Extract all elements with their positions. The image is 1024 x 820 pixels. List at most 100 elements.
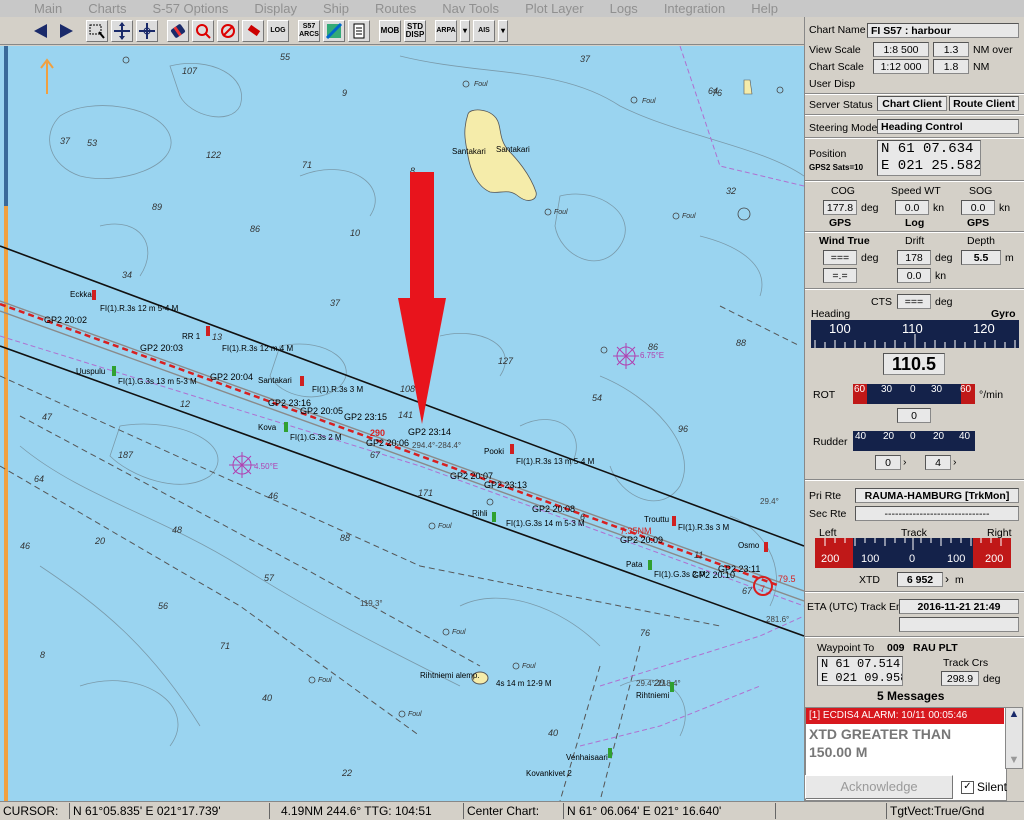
svg-text:Foul: Foul bbox=[642, 98, 656, 105]
rudder-port-value: 0 bbox=[875, 455, 901, 470]
svg-text:88: 88 bbox=[340, 533, 350, 543]
route-client-button[interactable]: Route Client bbox=[949, 96, 1019, 111]
svg-text:GP2 20:02: GP2 20:02 bbox=[44, 315, 87, 325]
zoom-box-icon[interactable] bbox=[86, 19, 108, 42]
divider bbox=[805, 93, 1024, 95]
chart-client-button[interactable]: Chart Client bbox=[877, 96, 947, 111]
svg-text:127: 127 bbox=[498, 356, 514, 366]
pri-rte-value[interactable]: RAUMA-HAMBURG [TrkMon] bbox=[855, 488, 1019, 503]
menu-s57-options[interactable]: S-57 Options bbox=[136, 0, 238, 17]
s57-arcs-button[interactable]: S57 ARCS bbox=[298, 19, 320, 42]
svg-text:22: 22 bbox=[341, 768, 352, 778]
move-icon[interactable] bbox=[111, 19, 133, 42]
menu-routes[interactable]: Routes bbox=[359, 0, 426, 17]
menu-display[interactable]: Display bbox=[238, 0, 307, 17]
svg-text:FI(1).G.3s 2 M: FI(1).G.3s 2 M bbox=[290, 433, 342, 442]
nautical-chart[interactable]: 4.50°E 6.75°E 55 107 9 37 53 122 71 89 8 86 10 7… bbox=[0, 46, 804, 801]
svg-text:Uuspulu: Uuspulu bbox=[76, 367, 105, 376]
svg-text:122: 122 bbox=[206, 150, 221, 160]
sec-rte-value[interactable]: ------------------------------ bbox=[855, 506, 1019, 521]
svg-text:71: 71 bbox=[220, 641, 230, 651]
svg-text:76: 76 bbox=[640, 628, 650, 638]
divider bbox=[805, 137, 1024, 139]
track-crs-value: 298.9 bbox=[941, 671, 979, 686]
pri-rte-label: Pri Rte bbox=[809, 490, 842, 502]
speed-wt-label: Speed WT bbox=[891, 185, 941, 197]
menu-charts[interactable]: Charts bbox=[72, 0, 136, 17]
center-chart-position: N 61° 06.064' E 021° 16.640' bbox=[564, 803, 776, 819]
target-vector-mode[interactable]: TgtVect:True/Gnd bbox=[886, 803, 1024, 819]
log-icon[interactable]: LOG bbox=[267, 19, 289, 42]
svg-text:46: 46 bbox=[20, 541, 30, 551]
view-nm-value: 1.3 bbox=[933, 42, 969, 57]
svg-text:281.6°: 281.6° bbox=[766, 615, 789, 624]
menu-help[interactable]: Help bbox=[735, 0, 788, 17]
svg-text:96: 96 bbox=[678, 424, 688, 434]
waypoint-to-label: Waypoint To bbox=[817, 642, 875, 654]
server-status-label: Server Status bbox=[809, 99, 873, 111]
svg-text:FI(1).R.3s 3 M: FI(1).R.3s 3 M bbox=[678, 523, 729, 532]
svg-text:GP2 23:15: GP2 23:15 bbox=[344, 412, 387, 422]
svg-text:67: 67 bbox=[370, 450, 381, 460]
forward-arrow-icon[interactable] bbox=[55, 20, 77, 42]
track-deviation-scale: 200 100 0 100 200 bbox=[815, 538, 1011, 568]
svg-text:RR 1: RR 1 bbox=[182, 332, 201, 341]
depth-label: Depth bbox=[967, 235, 996, 247]
silent-checkbox[interactable]: ✓ bbox=[961, 781, 974, 794]
acknowledge-button[interactable]: Acknowledge bbox=[805, 775, 953, 799]
menu-logs[interactable]: Logs bbox=[594, 0, 648, 17]
svg-text:9: 9 bbox=[342, 88, 347, 98]
svg-text:GP2 23:13: GP2 23:13 bbox=[484, 480, 527, 490]
svg-text:Foul: Foul bbox=[682, 213, 696, 220]
toolbar: LOG S57 ARCS MOB STD DISP ARPA ▾ AIS ▾ bbox=[0, 17, 804, 45]
scroll-bar-top[interactable] bbox=[4, 46, 8, 206]
scroll-up-icon[interactable]: ▲ bbox=[1006, 708, 1022, 720]
svg-text:54: 54 bbox=[592, 393, 602, 403]
svg-text:79.5: 79.5 bbox=[778, 574, 796, 584]
steering-mode-value[interactable]: Heading Control bbox=[877, 119, 1019, 134]
view-scale-value[interactable]: 1:8 500 bbox=[873, 42, 929, 57]
ais-button[interactable]: AIS bbox=[473, 19, 495, 42]
drift-value: 178 bbox=[897, 250, 931, 265]
nm-over-label: NM over bbox=[973, 44, 1013, 56]
menu-plot-layer[interactable]: Plot Layer bbox=[509, 0, 594, 17]
svg-text:7.35NM: 7.35NM bbox=[620, 526, 652, 536]
svg-text:GP2 20:04: GP2 20:04 bbox=[210, 372, 253, 382]
svg-text:13: 13 bbox=[212, 332, 222, 342]
center-icon[interactable] bbox=[136, 19, 158, 42]
arpa-button[interactable]: ARPA bbox=[435, 19, 457, 42]
marker-icon[interactable] bbox=[242, 19, 264, 42]
drift-label: Drift bbox=[905, 235, 925, 247]
mob-button[interactable]: MOB bbox=[379, 19, 401, 42]
ais-dropdown-icon[interactable]: ▾ bbox=[498, 19, 508, 42]
svg-text:40: 40 bbox=[548, 728, 558, 738]
svg-text:Santakari: Santakari bbox=[496, 145, 530, 154]
svg-text:FI(1).R.3s 12 m 5-4 M: FI(1).R.3s 12 m 5-4 M bbox=[100, 304, 179, 313]
menu-main[interactable]: Main bbox=[0, 0, 72, 17]
eraser-icon[interactable] bbox=[167, 19, 189, 42]
alarm-text-line1: XTD GREATER THAN bbox=[809, 726, 952, 742]
svg-text:40: 40 bbox=[262, 693, 272, 703]
menu-ship[interactable]: Ship bbox=[307, 0, 359, 17]
std-disp-button[interactable]: STD DISP bbox=[404, 19, 426, 42]
svg-text:Rihtniemi alemp.: Rihtniemi alemp. bbox=[420, 671, 480, 680]
svg-text:46: 46 bbox=[268, 491, 278, 501]
no-info-icon[interactable] bbox=[217, 19, 239, 42]
menu-nav-tools[interactable]: Nav Tools bbox=[426, 0, 509, 17]
center-chart-label: Center Chart: bbox=[464, 803, 564, 819]
svg-text:294.4°-284.4°: 294.4°-284.4° bbox=[412, 441, 461, 450]
notes-icon[interactable] bbox=[348, 19, 370, 42]
scroll-down-icon[interactable]: ▼ bbox=[1006, 754, 1022, 766]
search-icon[interactable] bbox=[192, 19, 214, 42]
arpa-dropdown-icon[interactable]: ▾ bbox=[460, 19, 470, 42]
alarm-header[interactable]: [1] ECDIS4 ALARM: 10/11 00:05:46 bbox=[806, 708, 1004, 724]
back-arrow-icon[interactable] bbox=[30, 20, 52, 42]
scroll-bar-bottom[interactable] bbox=[4, 206, 8, 801]
chart-mode-icon[interactable] bbox=[323, 19, 345, 42]
cursor-position: N 61°05.835' E 021°17.739' bbox=[70, 803, 270, 819]
message-scrollbar[interactable]: ▲ ▼ bbox=[1005, 707, 1023, 769]
svg-text:88: 88 bbox=[736, 338, 746, 348]
wind-label: Wind True bbox=[819, 235, 870, 247]
menu-integration[interactable]: Integration bbox=[648, 0, 735, 17]
svg-text:67: 67 bbox=[742, 586, 753, 596]
